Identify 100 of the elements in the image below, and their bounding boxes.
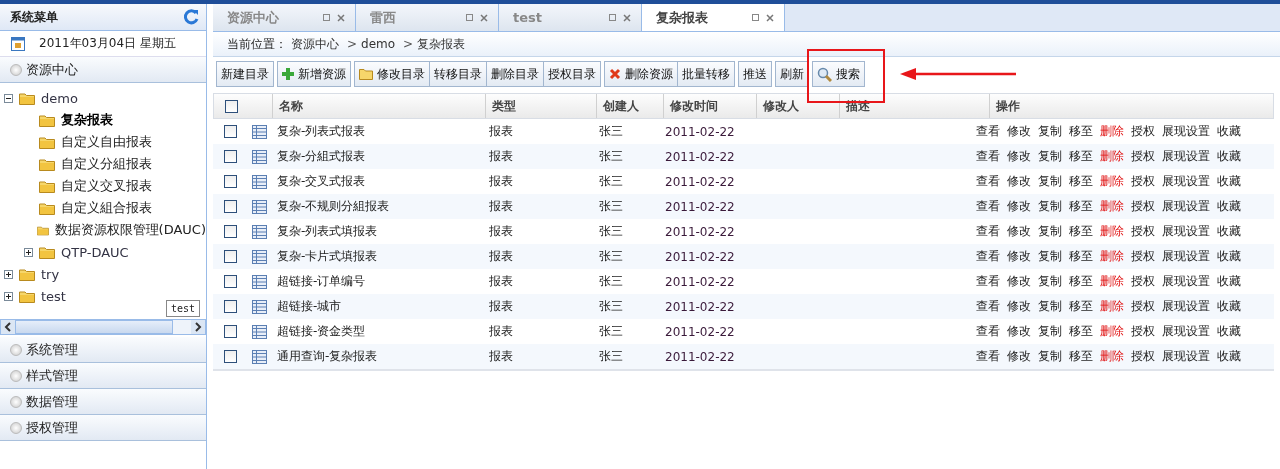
row-checkbox[interactable] [223, 125, 237, 138]
accordion-header[interactable]: 授权管理 [0, 415, 206, 441]
breadcrumb-link[interactable]: 复杂报表 [417, 35, 466, 53]
action-link[interactable]: 复制 [1038, 323, 1062, 340]
toolbar-button[interactable]: 删除目录 [486, 61, 544, 87]
tab[interactable]: 复杂报表 [642, 4, 785, 31]
action-link[interactable]: 修改 [1007, 248, 1031, 265]
action-link[interactable]: 复制 [1038, 123, 1062, 140]
row-checkbox[interactable] [223, 250, 237, 263]
expander-icon[interactable] [4, 269, 13, 279]
action-link[interactable]: 展现设置 [1162, 298, 1210, 315]
tree-item[interactable]: 数据资源权限管理(DAUC) [54, 221, 206, 239]
action-link[interactable]: 查看 [976, 273, 1000, 290]
action-link[interactable]: 查看 [976, 298, 1000, 315]
accordion-header[interactable]: 数据管理 [0, 389, 206, 415]
action-link[interactable]: 删除 [1100, 198, 1124, 215]
action-link[interactable]: 复制 [1038, 173, 1062, 190]
action-link[interactable]: 收藏 [1217, 198, 1241, 215]
tree-item[interactable]: QTP-DAUC [61, 244, 129, 260]
toolbar-button[interactable]: 批量转移 [677, 61, 735, 87]
maximize-icon[interactable] [752, 14, 759, 21]
action-link[interactable]: 修改 [1007, 173, 1031, 190]
action-link[interactable]: 修改 [1007, 323, 1031, 340]
accordion-header[interactable]: 样式管理 [0, 363, 206, 389]
action-link[interactable]: 修改 [1007, 298, 1031, 315]
action-link[interactable]: 移至 [1069, 173, 1093, 190]
toolbar-button[interactable]: 新建目录 [216, 61, 274, 87]
action-link[interactable]: 授权 [1131, 298, 1155, 315]
tree-item[interactable]: 自定义組合报表 [61, 199, 152, 217]
breadcrumb-link[interactable]: 资源中心 [291, 35, 339, 53]
expander-icon[interactable] [4, 93, 13, 103]
toolbar-button[interactable]: 搜索 [812, 61, 865, 87]
tree-item[interactable]: 自定义自由报表 [61, 133, 152, 151]
action-link[interactable]: 展现设置 [1162, 348, 1210, 365]
action-link[interactable]: 删除 [1100, 323, 1124, 340]
toolbar-button[interactable]: 新增资源 [277, 61, 351, 87]
action-link[interactable]: 授权 [1131, 348, 1155, 365]
action-link[interactable]: 授权 [1131, 273, 1155, 290]
action-link[interactable]: 展现设置 [1162, 173, 1210, 190]
action-link[interactable]: 修改 [1007, 198, 1031, 215]
action-link[interactable]: 移至 [1069, 248, 1093, 265]
action-link[interactable]: 查看 [976, 198, 1000, 215]
action-link[interactable]: 删除 [1100, 173, 1124, 190]
action-link[interactable]: 修改 [1007, 223, 1031, 240]
action-link[interactable]: 复制 [1038, 248, 1062, 265]
action-link[interactable]: 删除 [1100, 248, 1124, 265]
action-link[interactable]: 修改 [1007, 148, 1031, 165]
action-link[interactable]: 授权 [1131, 248, 1155, 265]
close-icon[interactable] [337, 13, 345, 22]
action-link[interactable]: 收藏 [1217, 323, 1241, 340]
action-link[interactable]: 查看 [976, 223, 1000, 240]
action-link[interactable]: 收藏 [1217, 148, 1241, 165]
column-header[interactable]: 修改人 [756, 94, 839, 118]
action-link[interactable]: 移至 [1069, 198, 1093, 215]
action-link[interactable]: 删除 [1100, 123, 1124, 140]
action-link[interactable]: 移至 [1069, 273, 1093, 290]
column-header[interactable]: 操作 [989, 94, 1273, 118]
horizontal-scrollbar[interactable] [0, 319, 206, 335]
tree-item[interactable]: 复杂报表 [61, 111, 113, 129]
action-link[interactable]: 收藏 [1217, 273, 1241, 290]
action-link[interactable]: 授权 [1131, 223, 1155, 240]
action-link[interactable]: 展现设置 [1162, 273, 1210, 290]
action-link[interactable]: 展现设置 [1162, 198, 1210, 215]
action-link[interactable]: 查看 [976, 348, 1000, 365]
action-link[interactable]: 查看 [976, 148, 1000, 165]
action-link[interactable]: 授权 [1131, 173, 1155, 190]
action-link[interactable]: 展现设置 [1162, 223, 1210, 240]
column-header[interactable]: 修改时间 [663, 94, 756, 118]
action-link[interactable]: 查看 [976, 248, 1000, 265]
action-link[interactable]: 删除 [1100, 223, 1124, 240]
action-link[interactable]: 复制 [1038, 298, 1062, 315]
toolbar-button[interactable]: 刷新 [775, 61, 809, 87]
action-link[interactable]: 查看 [976, 323, 1000, 340]
action-link[interactable]: 收藏 [1217, 348, 1241, 365]
scroll-right-icon[interactable] [191, 320, 205, 334]
action-link[interactable]: 展现设置 [1162, 248, 1210, 265]
tree-item[interactable]: 自定义分組报表 [61, 155, 152, 173]
action-link[interactable]: 复制 [1038, 148, 1062, 165]
breadcrumb-link[interactable]: demo [361, 37, 396, 51]
toolbar-button[interactable]: 转移目录 [429, 61, 487, 87]
action-link[interactable]: 复制 [1038, 223, 1062, 240]
action-link[interactable]: 展现设置 [1162, 148, 1210, 165]
action-link[interactable]: 修改 [1007, 273, 1031, 290]
action-link[interactable]: 查看 [976, 173, 1000, 190]
action-link[interactable]: 移至 [1069, 298, 1093, 315]
expander-icon[interactable] [24, 247, 33, 257]
row-checkbox[interactable] [223, 225, 237, 238]
column-header[interactable]: 创建人 [596, 94, 663, 118]
toolbar-button[interactable]: 删除资源 [604, 61, 678, 87]
action-link[interactable]: 授权 [1131, 148, 1155, 165]
accordion-header[interactable]: 系统管理 [0, 337, 206, 363]
expander-icon[interactable] [4, 291, 13, 301]
column-header[interactable]: 类型 [485, 94, 596, 118]
action-link[interactable]: 复制 [1038, 348, 1062, 365]
action-link[interactable]: 授权 [1131, 198, 1155, 215]
column-header[interactable]: 名称 [272, 94, 485, 118]
action-link[interactable]: 删除 [1100, 273, 1124, 290]
action-link[interactable]: 移至 [1069, 348, 1093, 365]
row-checkbox[interactable] [223, 325, 237, 338]
row-checkbox[interactable] [223, 150, 237, 163]
